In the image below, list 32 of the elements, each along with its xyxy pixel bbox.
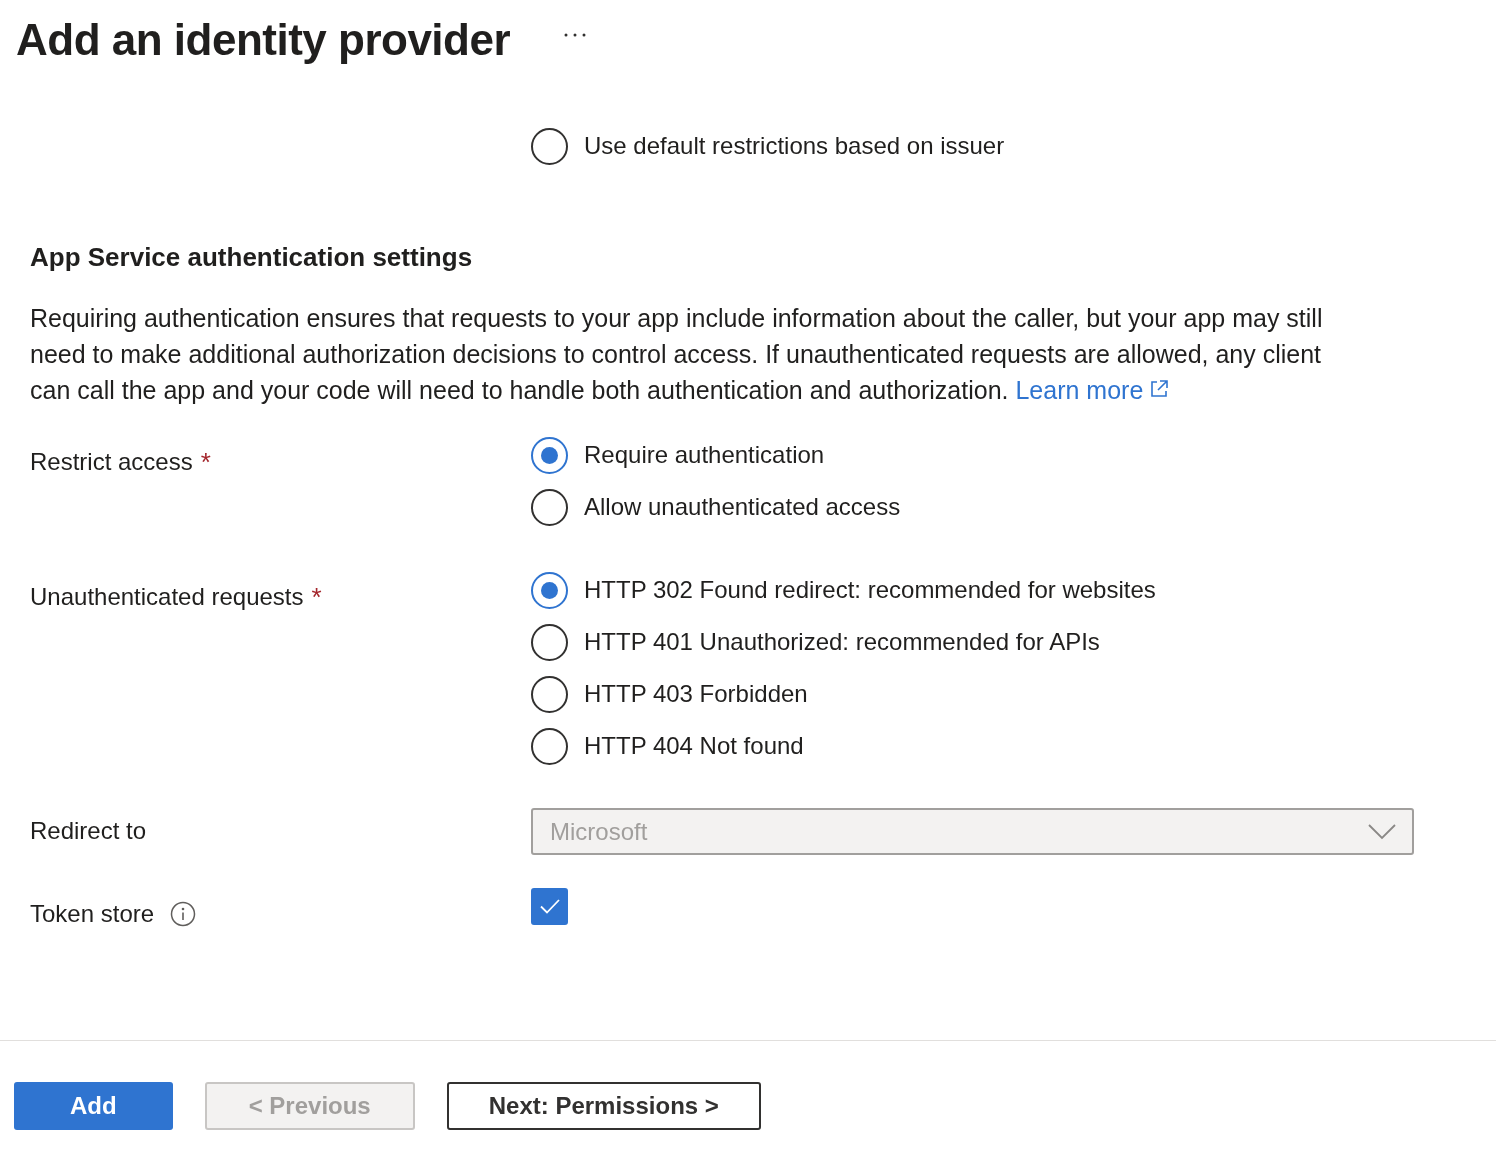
chevron-down-icon — [1368, 823, 1396, 840]
radio-button[interactable] — [531, 127, 568, 165]
required-asterisk: * — [311, 581, 322, 614]
external-link-icon — [1149, 379, 1170, 399]
field-label: Token store — [30, 899, 155, 929]
field-label: Unauthenticated requests — [30, 582, 304, 612]
field-label: Restrict access — [30, 447, 193, 477]
description-text: Requiring authentication ensures that requests to your app include information about the caller, but your app may still need to make additional authorization decisions to control access. If unauthenticated requests are allowed, any client can call the app and your code will need to handle both authentication and authorization. Learn more — [30, 303, 1324, 406]
radio-button[interactable] — [531, 727, 568, 765]
radio-button[interactable] — [531, 675, 568, 713]
radio-button[interactable] — [531, 436, 568, 474]
option-label[interactable]: HTTP 302 Found redirect: recommended for websites — [584, 572, 1156, 608]
option-label[interactable]: Use default restrictions based on issuer — [584, 128, 1005, 164]
more-icon[interactable] — [564, 33, 587, 37]
option-label[interactable]: HTTP 404 Not found — [584, 728, 804, 764]
required-asterisk: * — [200, 446, 211, 479]
primary-button[interactable]: Add — [14, 1082, 173, 1130]
radio-button[interactable] — [531, 571, 568, 609]
option-label[interactable]: Require authentication — [584, 437, 825, 473]
check-icon — [539, 899, 560, 914]
info-icon[interactable] — [170, 901, 197, 927]
checkbox[interactable] — [531, 888, 568, 925]
radio-button[interactable] — [531, 488, 568, 526]
learn-more-link[interactable]: Learn more — [1015, 376, 1170, 404]
option-label[interactable]: HTTP 403 Forbidden — [584, 676, 808, 712]
option-label[interactable]: Allow unauthenticated access — [584, 489, 901, 525]
section-heading: App Service authentication settings — [30, 241, 473, 274]
option-label[interactable]: HTTP 401 Unauthorized: recommended for APIs — [584, 624, 1100, 660]
field-label: Redirect to — [30, 816, 147, 846]
nav-button[interactable]: Next: Permissions > — [446, 1082, 761, 1130]
page-title: Add an identity provider — [16, 14, 511, 66]
radio-button[interactable] — [531, 623, 568, 661]
